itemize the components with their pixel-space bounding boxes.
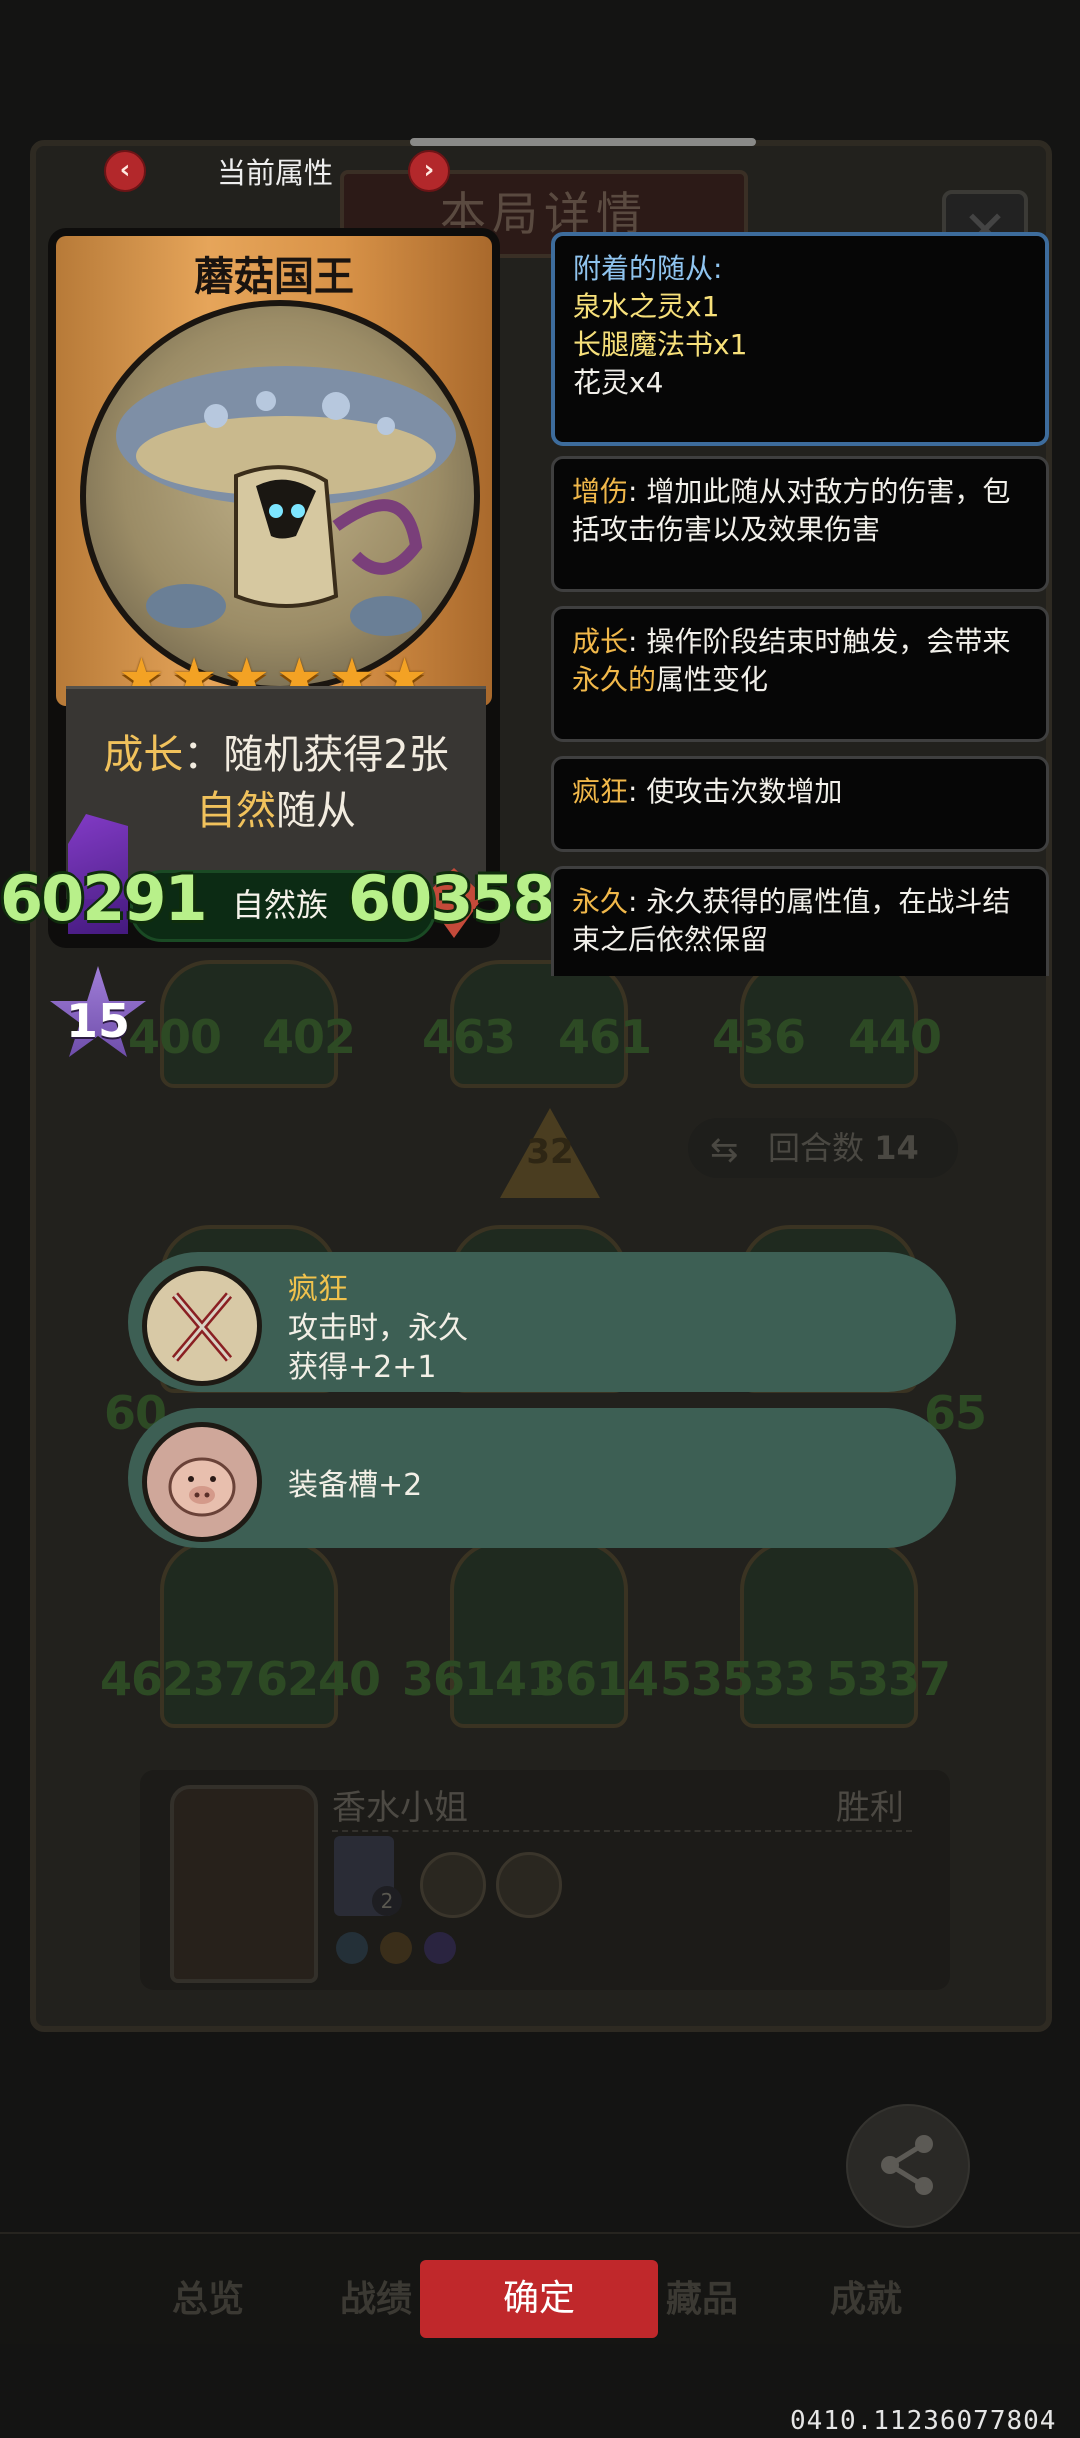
attached-item: 花灵x4 (573, 366, 664, 399)
card-name: 蘑菇国王 (194, 254, 354, 300)
keyword-panel-permanent: 永久: 永久获得的属性值，在战斗结束之后依然保留 (551, 866, 1049, 976)
sword-icon (336, 1932, 368, 1964)
tooltip-line: 攻击时，永久 (288, 1311, 468, 1346)
level-value: 15 (65, 994, 130, 1048)
minion-health: 3614 (534, 1652, 659, 1706)
minion-attack: 46237 (100, 1652, 256, 1706)
battle-result: 胜利 (836, 1788, 904, 1828)
ability-text: ：随机获得2张 (183, 732, 449, 778)
attack-value: 60291 (0, 862, 208, 935)
ability-keyword: 成长 (103, 732, 184, 778)
tab-title: 当前属性 (216, 156, 333, 190)
card-ability-line1: 成长：随机获得2张 (66, 722, 486, 780)
trinket-icon (496, 1852, 562, 1918)
keyword-panel-growth: 成长: 操作阶段结束时触发，会带来永久的属性变化 (551, 606, 1049, 742)
keyword-desc: 属性变化 (656, 663, 769, 696)
mask-icon (424, 1932, 456, 1964)
sheet-grabber[interactable] (410, 138, 756, 146)
keyword-panel-frenzy: 疯狂: 使攻击次数增加 (551, 756, 1049, 852)
confirm-button[interactable]: 确定 (420, 2260, 658, 2338)
keyword-desc: : 永久获得的属性值，在战斗结束之后依然保留 (572, 885, 1011, 956)
refresh-icon: ⇆ (710, 1130, 739, 1170)
keyword-desc: : 使攻击次数增加 (628, 775, 843, 808)
next-arrow-button[interactable]: › (408, 150, 450, 192)
ability-tail: 随从 (276, 788, 356, 834)
keyword-term: 永久 (572, 885, 629, 918)
attached-title: 附着的随从: (573, 252, 723, 285)
tooltip-title: 疯狂 (288, 1272, 348, 1307)
keyword-panel-damage: 增伤: 增加此随从对敌方的伤害，包括攻击伤害以及效果伤害 (551, 456, 1049, 592)
prev-arrow-button[interactable]: ‹ (104, 150, 146, 192)
nav-tab-achievements[interactable]: 成就 (830, 2270, 902, 2322)
minion-health: 440 (848, 1010, 942, 1064)
pig-icon (142, 1422, 262, 1542)
share-icon (881, 2135, 933, 2195)
attached-minions-panel: 附着的随从: 泉水之灵x1 长腿魔法书x1 花灵x4 (551, 232, 1049, 446)
spiral-icon (380, 1932, 412, 1964)
nav-tab-records[interactable]: 战绩 (340, 2270, 412, 2322)
minion-health: 402 (262, 1010, 356, 1064)
keyword-desc: : 增加此随从对敌方的伤害，包括攻击伤害以及效果伤害 (572, 475, 1011, 546)
health-value: 60358 (348, 862, 556, 935)
nav-tab-overview[interactable]: 总览 (172, 2270, 244, 2322)
ability-tribe: 自然 (196, 788, 276, 834)
minion-attack: 53533 (660, 1652, 816, 1706)
keyword-desc: : 操作阶段结束时触发，会带来 (628, 625, 1011, 658)
attached-item: 泉水之灵x1 (573, 290, 720, 323)
card-ability-line2: 自然随从 (66, 778, 486, 836)
opponent-portrait (170, 1785, 318, 1983)
divider (332, 1830, 912, 1832)
mushroom-king-art (80, 300, 480, 692)
opponent-name: 香水小姐 (332, 1788, 468, 1828)
minion-attack: 463 (422, 1010, 516, 1064)
keyword-term: 疯狂 (572, 775, 629, 808)
minion-health: 5337 (826, 1652, 951, 1706)
minion-health: 461 (558, 1010, 652, 1064)
trinket-icon (420, 1852, 486, 1918)
tooltip-line: 装备槽+2 (288, 1468, 423, 1503)
minion-attack: 436 (712, 1010, 806, 1064)
level-badge: 15 (48, 966, 148, 1066)
keyword-term: 增伤 (572, 475, 629, 508)
nav-tab-collection[interactable]: 藏品 (666, 2270, 738, 2322)
attached-item: 长腿魔法书x1 (573, 328, 748, 361)
minion-health: 6240 (256, 1652, 381, 1706)
keyword-term: 成长 (572, 625, 629, 658)
opponent-count-badge: 2 (372, 1886, 402, 1916)
tooltip-line: 获得+2+1 (288, 1350, 437, 1385)
crossed-swords-icon (142, 1266, 262, 1386)
keyword-highlight: 永久的 (572, 663, 657, 696)
version-label: 0410.11236077804 (790, 2406, 1057, 2436)
tavern-level-marker: 32 (500, 1108, 600, 1198)
